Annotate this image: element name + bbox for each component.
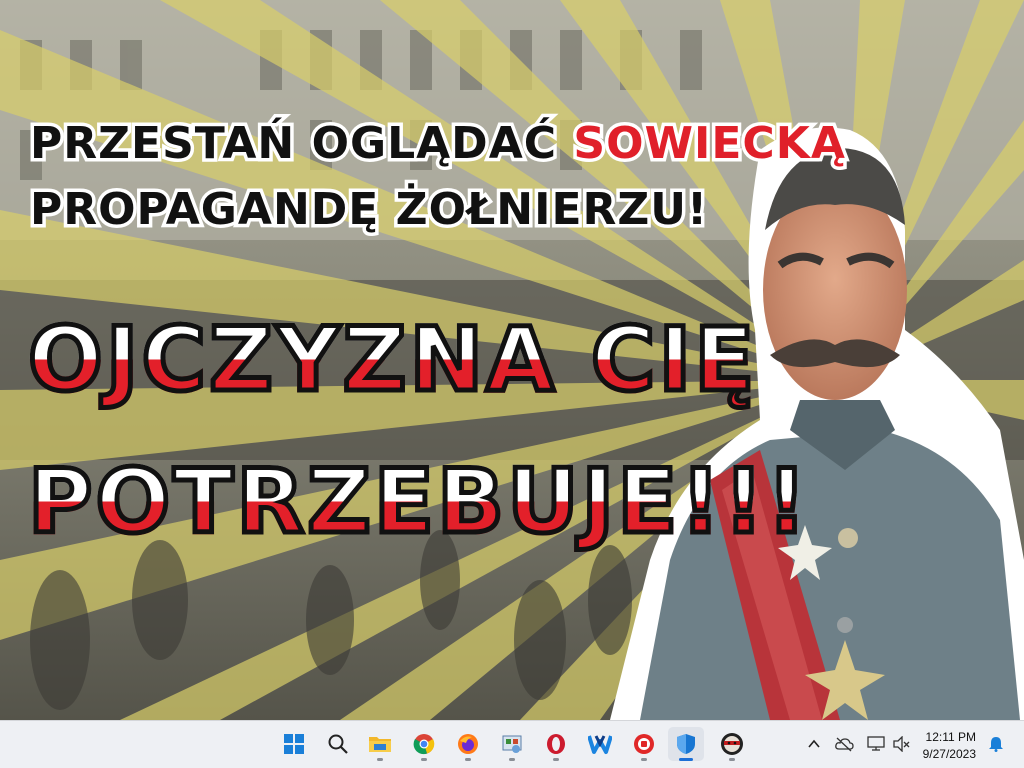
taskbar: 12:11 PM 9/27/2023: [0, 720, 1024, 768]
headline-accent-word: SOWIECKĄ: [570, 115, 848, 173]
search-icon[interactable]: [320, 727, 356, 761]
control-panel-icon[interactable]: [494, 727, 530, 761]
clock-date[interactable]: 9/27/2023: [923, 747, 976, 761]
chevron-up-icon[interactable]: [804, 734, 824, 754]
monitor-icon[interactable]: [866, 734, 886, 754]
w-app-icon[interactable]: [582, 727, 618, 761]
bell-icon[interactable]: [986, 734, 1006, 754]
record-icon[interactable]: [626, 727, 662, 761]
folder-icon[interactable]: [362, 727, 398, 761]
cloud-off-icon[interactable]: [834, 734, 854, 754]
slogan-line-2: POTRZEBUJE!!!: [26, 448, 810, 556]
desktop-wallpaper: PRZESTAŃ OGLĄDAĆ SOWIECKĄ PROPAGANDĘ ŻOŁ…: [0, 0, 1024, 720]
speaker-muted-icon[interactable]: [892, 734, 912, 754]
headline-line-2: PROPAGANDĘ ŻOŁNIERZU!: [26, 181, 710, 239]
opera-icon[interactable]: [538, 727, 574, 761]
ninja-app-icon[interactable]: [714, 727, 750, 761]
shield-icon[interactable]: [668, 727, 704, 761]
firefox-icon[interactable]: [450, 727, 486, 761]
headline-line-1: PRZESTAŃ OGLĄDAĆ SOWIECKĄ: [26, 115, 848, 173]
chrome-icon[interactable]: [406, 727, 442, 761]
windows-start-icon[interactable]: [276, 727, 312, 761]
slogan-line-1: OJCZYZNA CIĘ: [25, 306, 758, 414]
headline-prefix: PRZESTAŃ OGLĄDAĆ: [26, 115, 574, 173]
clock-time[interactable]: 12:11 PM: [926, 730, 976, 744]
